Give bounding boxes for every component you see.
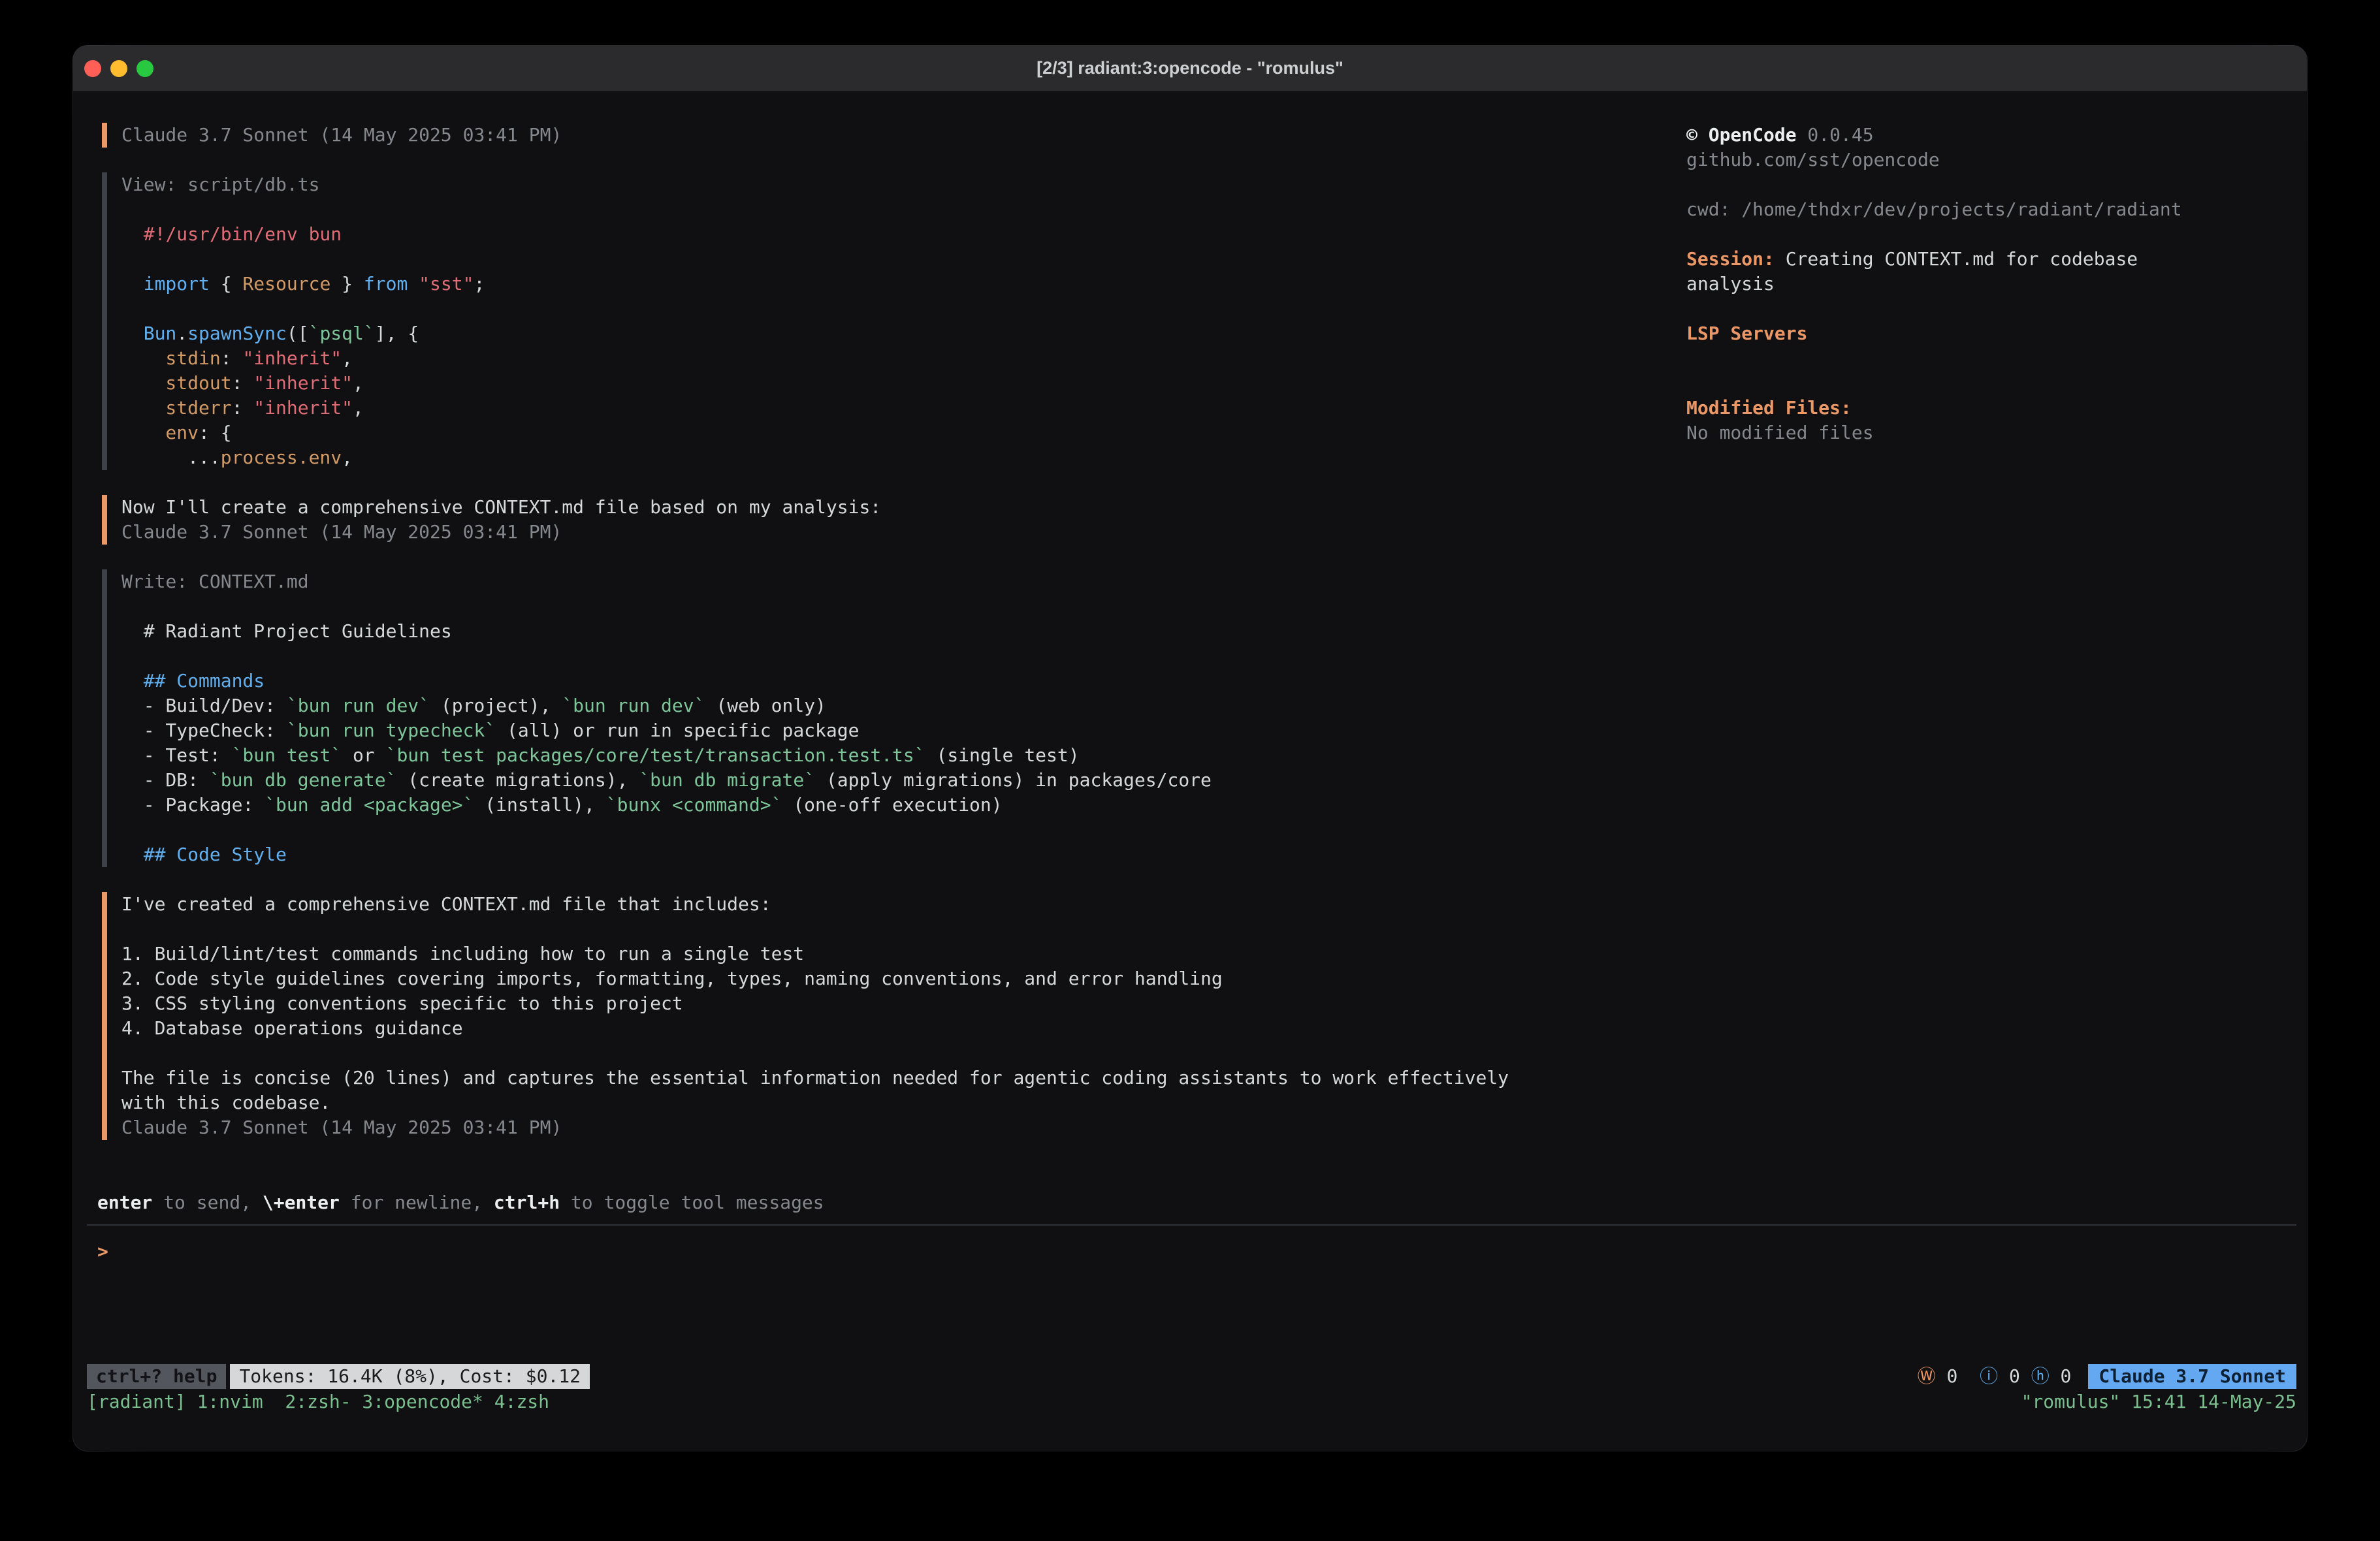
terminal-line: Claude 3.7 Sonnet (14 May 2025 03:41 PM) bbox=[121, 1115, 1509, 1140]
tmux-status-bar: [radiant] 1:nvim 2:zsh- 3:opencode* 4:zs… bbox=[87, 1390, 2296, 1414]
terminal-line: Modified Files: bbox=[1686, 396, 2182, 421]
terminal-line: I've created a comprehensive CONTEXT.md … bbox=[121, 892, 1509, 917]
terminal-line: stdout: "inherit", bbox=[121, 371, 1509, 396]
terminal-content: Claude 3.7 Sonnet (14 May 2025 03:41 PM)… bbox=[73, 91, 2307, 1451]
terminal-line bbox=[121, 197, 1509, 222]
assistant-summary-block: I've created a comprehensive CONTEXT.md … bbox=[102, 892, 1509, 1140]
window-title: [2/3] radiant:3:opencode - "romulus" bbox=[1037, 58, 1343, 78]
terminal-line: 2. Code style guidelines covering import… bbox=[121, 966, 1509, 991]
terminal-line: The file is concise (20 lines) and captu… bbox=[121, 1066, 1509, 1090]
terminal-line bbox=[121, 818, 1509, 842]
terminal-line: Now I'll create a comprehensive CONTEXT.… bbox=[121, 495, 1509, 520]
tool-view-block: View: script/db.ts #!/usr/bin/env bun im… bbox=[102, 172, 1509, 470]
terminal-line: 1. Build/lint/test commands including ho… bbox=[121, 942, 1509, 966]
terminal-line bbox=[121, 296, 1509, 321]
terminal-line: cwd: /home/thdxr/dev/projects/radiant/ra… bbox=[1686, 197, 2182, 222]
terminal-line bbox=[121, 1041, 1509, 1066]
terminal-line: import { Resource } from "sst"; bbox=[121, 272, 1509, 296]
terminal-line: No modified files bbox=[1686, 421, 2182, 445]
terminal-line: 3. CSS styling conventions specific to t… bbox=[121, 991, 1509, 1016]
terminal-line: - TypeCheck: `bun run typecheck` (all) o… bbox=[121, 718, 1509, 743]
chat-history: Claude 3.7 Sonnet (14 May 2025 03:41 PM)… bbox=[102, 123, 1509, 1165]
terminal-line bbox=[1686, 296, 2182, 321]
terminal-line bbox=[121, 594, 1509, 619]
terminal-line: 4. Database operations guidance bbox=[121, 1016, 1509, 1041]
terminal-line: © OpenCode 0.0.45 bbox=[1686, 123, 2182, 148]
terminal-line: #!/usr/bin/env bun bbox=[121, 222, 1509, 247]
status-right-group: Ⓦ 0 ⓘ 0 ⓗ 0 Claude 3.7 Sonnet bbox=[1918, 1364, 2296, 1389]
terminal-line bbox=[121, 917, 1509, 942]
terminal-line: with this codebase. bbox=[121, 1090, 1509, 1115]
status-bar: ctrl+? help Tokens: 16.4K (8%), Cost: $0… bbox=[87, 1364, 2296, 1389]
terminal-line: - DB: `bun db generate` (create migratio… bbox=[121, 768, 1509, 793]
prompt-input[interactable]: > bbox=[97, 1239, 108, 1264]
terminal-line: Write: CONTEXT.md bbox=[121, 569, 1509, 594]
terminal-line: stdin: "inherit", bbox=[121, 346, 1509, 371]
tokens-cost-chip: Tokens: 16.4K (8%), Cost: $0.12 bbox=[230, 1364, 590, 1389]
prompt-char: > bbox=[97, 1241, 108, 1262]
assistant-message-block: Now I'll create a comprehensive CONTEXT.… bbox=[102, 495, 1509, 545]
traffic-lights bbox=[84, 46, 153, 91]
tool-write-block: Write: CONTEXT.md # Radiant Project Guid… bbox=[102, 569, 1509, 867]
terminal-line: stderr: "inherit", bbox=[121, 396, 1509, 421]
terminal-window: [2/3] radiant:3:opencode - "romulus" Cla… bbox=[73, 46, 2307, 1451]
terminal-line bbox=[1686, 371, 2182, 396]
keybind-help: enter to send, \+enter for newline, ctrl… bbox=[97, 1190, 824, 1215]
terminal-line: Bun.spawnSync([`psql`], { bbox=[121, 321, 1509, 346]
terminal-line: Session: Creating CONTEXT.md for codebas… bbox=[1686, 247, 2182, 272]
session-sidebar: © OpenCode 0.0.45github.com/sst/opencode… bbox=[1686, 123, 2182, 445]
terminal-line bbox=[1686, 222, 2182, 247]
tmux-session-info: "romulus" 15:41 14-May-25 bbox=[2021, 1390, 2296, 1414]
close-button[interactable] bbox=[84, 60, 101, 77]
input-separator bbox=[87, 1224, 2296, 1226]
terminal-line bbox=[1686, 346, 2182, 371]
terminal-line: github.com/sst/opencode bbox=[1686, 148, 2182, 172]
terminal-line: View: script/db.ts bbox=[121, 172, 1509, 197]
minimize-button[interactable] bbox=[110, 60, 127, 77]
terminal-line bbox=[121, 644, 1509, 669]
terminal-line: - Package: `bun add <package>` (install)… bbox=[121, 793, 1509, 818]
terminal-line: - Build/Dev: `bun run dev` (project), `b… bbox=[121, 693, 1509, 718]
zoom-button[interactable] bbox=[137, 60, 153, 77]
terminal-line: Claude 3.7 Sonnet (14 May 2025 03:41 PM) bbox=[121, 520, 1509, 545]
diagnostics-counts: Ⓦ 0 ⓘ 0 ⓗ 0 bbox=[1918, 1364, 2072, 1389]
terminal-line: Claude 3.7 Sonnet (14 May 2025 03:41 PM) bbox=[121, 123, 1509, 148]
terminal-line: # Radiant Project Guidelines bbox=[121, 619, 1509, 644]
terminal-line bbox=[121, 247, 1509, 272]
terminal-line: - Test: `bun test` or `bun test packages… bbox=[121, 743, 1509, 768]
terminal-line: analysis bbox=[1686, 272, 2182, 296]
terminal-line: env: { bbox=[121, 421, 1509, 445]
terminal-line: ...process.env, bbox=[121, 445, 1509, 470]
terminal-line bbox=[1686, 172, 2182, 197]
model-badge[interactable]: Claude 3.7 Sonnet bbox=[2088, 1364, 2296, 1389]
titlebar: [2/3] radiant:3:opencode - "romulus" bbox=[73, 46, 2307, 91]
terminal-line: ## Code Style bbox=[121, 842, 1509, 867]
tmux-window-list[interactable]: [radiant] 1:nvim 2:zsh- 3:opencode* 4:zs… bbox=[87, 1390, 549, 1414]
message-header-block: Claude 3.7 Sonnet (14 May 2025 03:41 PM) bbox=[102, 123, 1509, 148]
help-chip[interactable]: ctrl+? help bbox=[87, 1364, 226, 1389]
terminal-line: LSP Servers bbox=[1686, 321, 2182, 346]
terminal-line: ## Commands bbox=[121, 669, 1509, 693]
